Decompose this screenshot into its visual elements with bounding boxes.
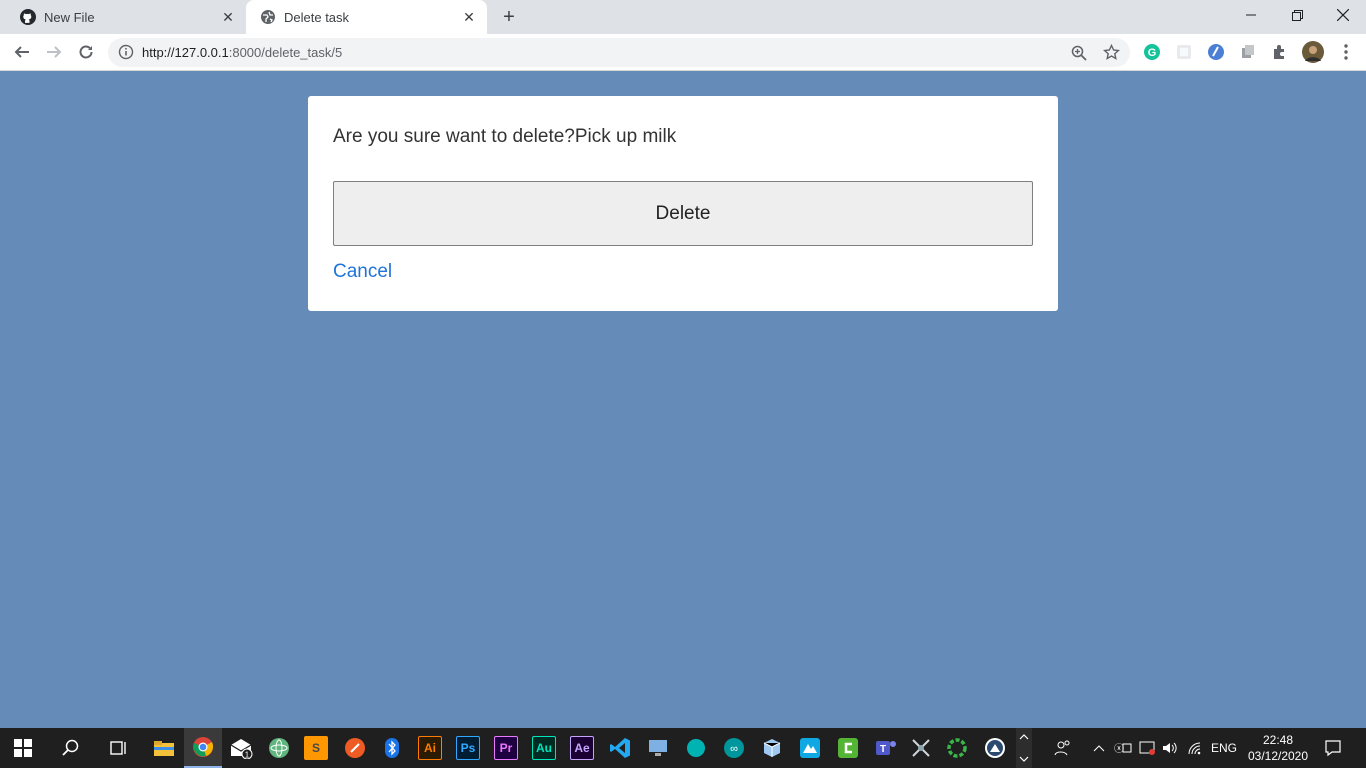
after-effects-label: Ae	[570, 736, 594, 760]
back-icon[interactable]	[10, 40, 34, 64]
extension-icon[interactable]	[1175, 43, 1193, 61]
wifi-icon[interactable]	[1184, 728, 1206, 768]
chrome-icon[interactable]	[184, 728, 222, 768]
illustrator-icon[interactable]: Ai	[411, 728, 449, 768]
zoom-icon[interactable]	[1070, 44, 1087, 61]
close-icon[interactable]: ✕	[461, 9, 477, 25]
inkscape-icon[interactable]	[976, 728, 1014, 768]
atom-icon[interactable]	[260, 728, 298, 768]
input-method-icon[interactable]: ⓧ	[1112, 728, 1134, 768]
security-icon[interactable]	[1137, 728, 1159, 768]
sublime-text-icon[interactable]: S	[297, 728, 335, 768]
file-explorer-icon[interactable]	[145, 728, 183, 768]
virtualbox-icon[interactable]	[753, 728, 791, 768]
url-host: http://127.0.0.1	[142, 45, 229, 60]
postman-icon[interactable]	[336, 728, 374, 768]
address-bar[interactable]: http://127.0.0.1:8000/delete_task/5	[108, 38, 1130, 67]
remote-desktop-icon[interactable]	[639, 728, 677, 768]
menu-kebab-icon[interactable]	[1337, 43, 1355, 61]
close-icon[interactable]: ✕	[220, 9, 236, 25]
tab-strip: New File ✕ Delete task ✕ +	[0, 0, 1366, 34]
browser-toolbar: http://127.0.0.1:8000/delete_task/5 G	[0, 34, 1366, 71]
clock-time: 22:48	[1262, 733, 1294, 747]
volume-icon[interactable]	[1160, 728, 1180, 768]
extensions-puzzle-icon[interactable]	[1271, 43, 1289, 61]
tab-title: Delete task	[284, 9, 350, 25]
notifications-icon[interactable]	[1320, 728, 1346, 768]
svg-text:T: T	[880, 744, 886, 755]
chat-bubble-icon[interactable]	[677, 728, 715, 768]
windows-start-icon[interactable]	[4, 728, 42, 768]
vscode-icon[interactable]	[601, 728, 639, 768]
globe-icon	[260, 9, 276, 25]
avatar[interactable]	[1302, 41, 1324, 63]
tab-title: New File	[44, 9, 95, 25]
chevron-up-icon[interactable]	[1090, 728, 1108, 768]
minimize-icon[interactable]	[1228, 0, 1274, 30]
task-view-icon[interactable]	[100, 728, 138, 768]
sublime-label: S	[304, 736, 328, 760]
grammarly-icon[interactable]: G	[1143, 43, 1161, 61]
tab-delete-task[interactable]: Delete task ✕	[246, 0, 487, 34]
after-effects-icon[interactable]: Ae	[563, 728, 601, 768]
url-path: :8000/delete_task/5	[228, 45, 343, 60]
forward-icon[interactable]	[42, 40, 66, 64]
extension-icon[interactable]	[1207, 43, 1225, 61]
photoshop-icon[interactable]: Ps	[449, 728, 487, 768]
taskbar-scroll[interactable]	[1016, 728, 1032, 768]
system-clock[interactable]: 22:48 03/12/2020	[1242, 732, 1314, 764]
extension-icon[interactable]	[1239, 43, 1257, 61]
mail-icon[interactable]: 1	[222, 728, 260, 768]
confirmation-question: Are you sure want to delete?Pick up milk	[333, 126, 677, 147]
bookmark-star-icon[interactable]	[1103, 44, 1120, 61]
search-icon[interactable]	[52, 728, 90, 768]
github-icon	[20, 9, 36, 25]
delete-confirmation-card: Are you sure want to delete?Pick up milk…	[308, 96, 1058, 311]
loading-ring-icon[interactable]	[938, 728, 976, 768]
svg-text:G: G	[1148, 47, 1157, 59]
svg-text:∞: ∞	[730, 743, 738, 755]
language-label: ENG	[1210, 741, 1237, 755]
audition-icon[interactable]: Au	[525, 728, 563, 768]
premiere-icon[interactable]: Pr	[487, 728, 525, 768]
camtasia-icon[interactable]	[829, 728, 867, 768]
restore-icon[interactable]	[1274, 0, 1320, 30]
audition-label: Au	[532, 736, 556, 760]
windows-taskbar: 1 S Ai Ps Pr Au Ae ∞ T ⓧ ENG 22:48 03/12…	[0, 728, 1366, 768]
photoshop-label: Ps	[456, 736, 480, 760]
url-text: http://127.0.0.1:8000/delete_task/5	[142, 45, 342, 60]
teams-icon[interactable]: T	[867, 728, 905, 768]
cancel-link[interactable]: Cancel	[333, 261, 392, 283]
people-icon[interactable]	[1050, 728, 1076, 768]
language-indicator[interactable]: ENG	[1208, 728, 1240, 768]
satellite-icon[interactable]	[902, 728, 940, 768]
tab-new-file[interactable]: New File ✕	[0, 0, 246, 34]
premiere-label: Pr	[494, 736, 518, 760]
app-icon[interactable]	[791, 728, 829, 768]
delete-button[interactable]: Delete	[333, 181, 1033, 246]
mail-badge-count: 1	[245, 751, 250, 760]
close-window-icon[interactable]	[1320, 0, 1366, 30]
info-icon[interactable]	[118, 44, 134, 60]
illustrator-label: Ai	[418, 736, 442, 760]
clock-date: 03/12/2020	[1247, 749, 1309, 763]
new-tab-icon[interactable]: +	[499, 7, 519, 27]
bluetooth-icon[interactable]	[373, 728, 411, 768]
reload-icon[interactable]	[74, 40, 98, 64]
arduino-icon[interactable]: ∞	[715, 728, 753, 768]
